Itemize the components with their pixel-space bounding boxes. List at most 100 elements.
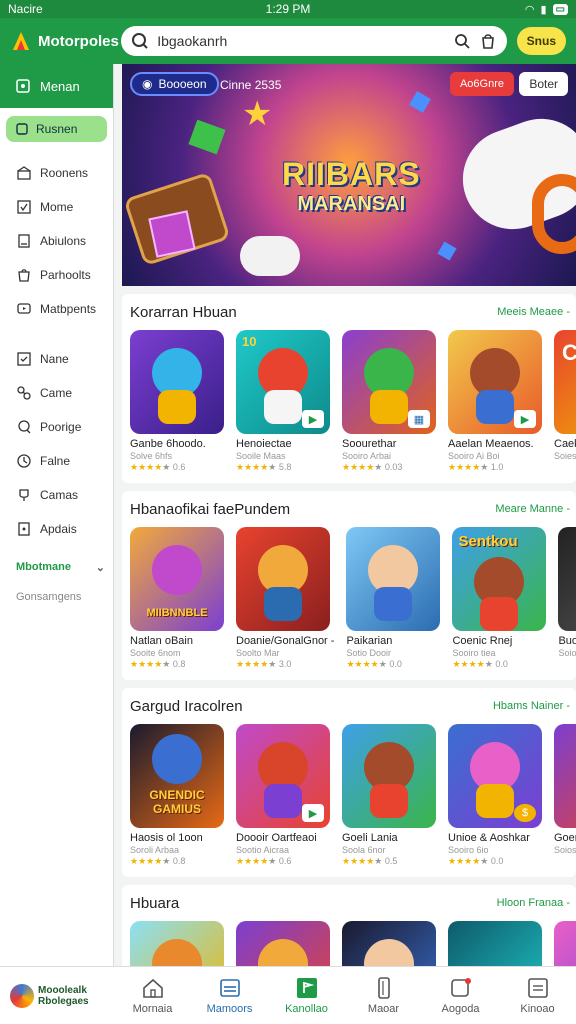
nav-item-label: Mamoors — [206, 1002, 253, 1015]
bag-icon[interactable] — [479, 32, 497, 50]
sidebar-item-came[interactable]: Came — [0, 376, 113, 410]
game-card[interactable]: Goeli Lania Soola 6nor ★★★★★ 0.5 — [342, 724, 436, 867]
sidebar-chip[interactable]: Rusnen — [6, 116, 107, 142]
game-subtitle: Sooiro Arbai — [342, 451, 392, 461]
game-card[interactable]: Paikarian Sotio Dooir ★★★★★ 0.0 — [346, 527, 441, 670]
sidebar-item-nane[interactable]: Nane — [0, 342, 113, 376]
sidebar-header[interactable]: Menan — [0, 64, 113, 108]
game-rating: ★★★★★ 0.6 — [130, 462, 186, 472]
card-row: GNENDIC GAMIUS Haosis ol 1oon Soroli Arb… — [130, 724, 576, 867]
game-card[interactable]: Doanie/GonalGnor - Soolto Mar ★★★★★ 3.0 — [236, 527, 334, 670]
nav-item-notifications[interactable]: Aogoda — [422, 967, 499, 1024]
gift-icon — [17, 166, 31, 180]
sidebar-item-apdais[interactable]: Apdais — [0, 512, 113, 546]
sidebar-item-label: Parhoolts — [40, 268, 91, 282]
game-thumbnail: ▦ — [342, 330, 436, 434]
game-thumbnail: MIIBNNBLE — [130, 527, 224, 631]
status-icons: ◠ ▮ ▭ — [525, 3, 568, 16]
banner-red-button[interactable]: Ao6Gnre — [449, 72, 514, 96]
sidebar-section-sub[interactable]: Gonsamgens — [0, 582, 113, 612]
game-card[interactable] — [448, 921, 542, 966]
nav-item-label: Mornaia — [132, 1002, 173, 1015]
game-rating: ★★★★★ 0.8 — [130, 856, 186, 866]
rating-value: 0.6 — [278, 856, 292, 866]
rating-value: 0.8 — [172, 659, 186, 669]
game-card[interactable]: Goeno Soios — [554, 724, 576, 867]
rating-value: 0.0 — [495, 659, 508, 669]
sidebar-item-mome[interactable]: Mome — [0, 190, 113, 224]
game-card[interactable]: MIIBNNBLE Natlan oBain Sooite 6nom ★★★★★… — [130, 527, 224, 670]
game-card[interactable]: ▶ Aaelan Meaenos. Sooiro Ai Boi ★★★★★ 1.… — [448, 330, 542, 473]
nav-item-home[interactable]: Mornaia — [114, 967, 191, 1024]
banner-white-button[interactable]: Boter — [519, 72, 568, 96]
game-card[interactable] — [130, 921, 224, 966]
game-subtitle: Sooiro 6io — [448, 845, 489, 855]
brand[interactable]: Motorpoles — [10, 30, 121, 52]
nav-item-label: Aogoda — [441, 1002, 480, 1015]
star-rating-icon: ★★★★ — [236, 856, 269, 866]
flag-icon — [296, 977, 317, 998]
search-icon — [132, 33, 148, 49]
home-icon — [142, 978, 163, 998]
game-card[interactable]: $ Unioe & Aoshkar Sooiro 6io ★★★★★ 0.0 — [448, 724, 542, 867]
game-card[interactable] — [236, 921, 330, 966]
sidebar-item-abiulons[interactable]: Abiulons — [0, 224, 113, 258]
thumbnail-label: GNENDIC GAMIUS — [149, 788, 205, 816]
see-more-link[interactable]: Hbams Nainer - — [493, 700, 570, 712]
rating-value: 1.0 — [490, 462, 504, 472]
search-submit-icon[interactable] — [453, 32, 471, 50]
see-more-link[interactable]: Meeis Meaee - — [497, 306, 570, 318]
search-input[interactable] — [157, 33, 445, 49]
banner-pill[interactable]: ◉ Boooeon — [130, 72, 219, 96]
game-thumbnail — [236, 921, 330, 966]
search-bar[interactable] — [121, 26, 507, 56]
sidebar-item-parhoolts[interactable]: Parhoolts — [0, 258, 113, 292]
bottom-brand[interactable]: Mooolealk Rbolegaes — [0, 967, 114, 1024]
section-title: Hbanaofikai faePundem — [130, 500, 291, 518]
game-card[interactable]: Ganbe 6hoodo. Solve 6hfs ★★★★★ 0.6 — [130, 330, 224, 473]
rating-value: 0.03 — [384, 462, 403, 472]
app-logo-icon — [13, 32, 29, 50]
game-rating: ★★★★★ 0.0 — [448, 856, 504, 866]
nav-item-active[interactable]: Kanollao — [268, 967, 345, 1024]
see-more-link[interactable]: Hloon Franaa - — [497, 897, 570, 909]
sidebar-item-matbpents[interactable]: Matbpents — [0, 292, 113, 326]
chevron-down-icon: ⌄ — [95, 561, 105, 574]
nav-item-list[interactable]: Kinoao — [499, 967, 576, 1024]
thumbnail-label: 10 — [242, 334, 257, 349]
hero-banner[interactable]: ★ ★ ◉ Boooeon Cinne 2535 Ao6Gnre Boter R… — [122, 64, 576, 286]
rating-value: 0.0 — [490, 856, 504, 866]
battery-icon: ▭ — [552, 3, 568, 15]
sidebar-item-label: Camas — [40, 488, 79, 502]
game-card[interactable]: C Caeka I Soies — [554, 330, 576, 473]
game-thumbnail — [554, 921, 576, 966]
sidebar-item-roonens[interactable]: Roonens — [0, 156, 113, 190]
game-card[interactable]: Sentkou Coenic Rnej Sooiro tiea ★★★★★ 0.… — [452, 527, 547, 670]
sidebar-list-primary: Roonens Mome Abiulons Parhoolts Matbpent… — [0, 156, 113, 326]
game-card[interactable]: Buoga Soios — [558, 527, 576, 670]
game-subtitle: Sootio Aicraa — [236, 845, 290, 855]
sidebar-item-poorige[interactable]: Poorige — [0, 410, 113, 444]
rating-value: 0.6 — [172, 462, 186, 472]
star-rating-icon: ★★★★ — [130, 856, 163, 866]
signal-icon: ▮ — [540, 3, 547, 16]
gem-icon — [188, 119, 226, 155]
game-card[interactable]: ▦ Soourethar Sooiro Arbai ★★★★★ 0.03 — [342, 330, 436, 473]
game-card[interactable]: GNENDIC GAMIUS Haosis ol 1oon Soroli Arb… — [130, 724, 224, 867]
game-card[interactable]: ▶ 10 Henoiectae Sooile Maas ★★★★★ 5.8 — [236, 330, 330, 473]
nav-item-window[interactable]: Mamoors — [191, 967, 268, 1024]
see-more-link[interactable]: Meare Manne - — [495, 503, 570, 515]
sidebar-item-falne[interactable]: Falne — [0, 444, 113, 478]
game-name: Doooir Oartfeaoi — [236, 832, 317, 844]
game-thumbnail — [448, 921, 542, 966]
game-card[interactable] — [342, 921, 436, 966]
game-card[interactable] — [554, 921, 576, 966]
play-badge-icon: ▶ — [302, 410, 324, 428]
sidebar-section-toggle[interactable]: Mbotmane ⌄ — [0, 552, 113, 582]
sidebar-item-camas[interactable]: Camas — [0, 478, 113, 512]
sidebar-section-label: Mbotmane — [16, 561, 71, 573]
game-card[interactable]: ▶ Doooir Oartfeaoi Sootio Aicraa ★★★★★ 0… — [236, 724, 330, 867]
primary-action-button[interactable]: Snus — [516, 27, 566, 55]
nav-item-label: Kanollao — [285, 1002, 328, 1015]
nav-item-phone[interactable]: Maoar — [345, 967, 422, 1024]
